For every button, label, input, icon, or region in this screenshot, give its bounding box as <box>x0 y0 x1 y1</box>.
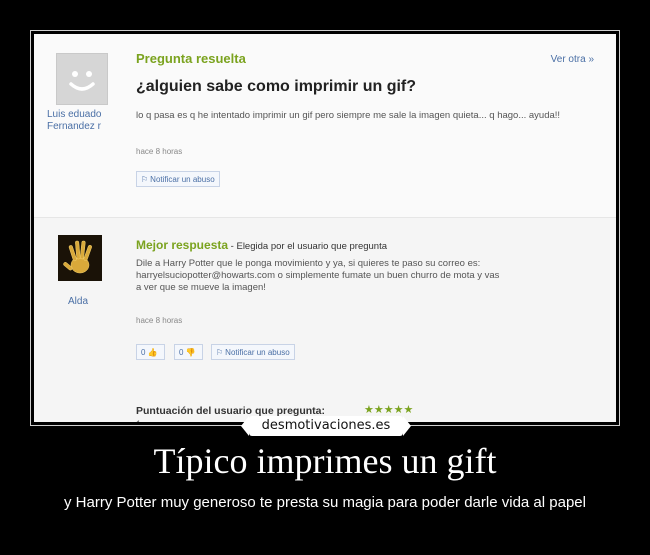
question-timestamp: hace 8 horas <box>136 147 183 156</box>
screenshot-frame: Luis eduado Fernandez r Pregunta resuelt… <box>30 30 620 426</box>
question-section: Luis eduado Fernandez r Pregunta resuelt… <box>34 34 616 218</box>
status-heading: Pregunta resuelta <box>136 51 246 66</box>
see-another-link[interactable]: Ver otra » <box>551 54 594 65</box>
flag-icon: ⚐ <box>216 348 224 357</box>
poster-caption: y Harry Potter muy generoso te presta su… <box>64 494 586 511</box>
best-answer-label: Mejor respuesta <box>136 238 229 252</box>
answer-line: Dile a Harry Potter que le ponga movimie… <box>136 258 481 269</box>
rating-count: 1 <box>136 419 141 422</box>
star-rating-icon: ★★★★★ <box>364 404 414 416</box>
qa-screenshot: Luis eduado Fernandez r Pregunta resuelt… <box>34 34 616 422</box>
question-title: ¿alguien sabe como imprimir un gif? <box>136 78 417 95</box>
flag-icon: ⚐ <box>141 175 149 184</box>
question-body: lo q pasa es q he intentado imprimir un … <box>136 110 561 121</box>
answer-line: harryelsuciopotter@howarts.com o simplem… <box>136 270 500 281</box>
user-name-line: Luis eduado <box>47 109 102 120</box>
hand-avatar-icon <box>58 235 102 281</box>
answer-timestamp: hace 8 horas <box>136 316 183 325</box>
report-abuse-button[interactable]: ⚐ Notificar un abuso <box>136 171 220 187</box>
best-answer-heading: Mejor respuesta - Elegida por el usuario… <box>136 236 387 254</box>
button-label: Notificar un abuso <box>225 348 290 357</box>
thumbs-up-icon: 👍 <box>147 348 158 357</box>
site-watermark: desmotivaciones.es <box>241 416 411 436</box>
button-label: Notificar un abuso <box>150 175 215 184</box>
thumbs-down-button[interactable]: 0 👎 <box>174 344 203 360</box>
default-avatar-icon <box>56 53 108 105</box>
thumbs-up-button[interactable]: 0 👍 <box>136 344 165 360</box>
thumbs-down-icon: 👎 <box>185 348 196 357</box>
question-user-name[interactable]: Luis eduado Fernandez r <box>47 109 102 133</box>
poster-headline: Típico imprimes un gift <box>153 441 497 481</box>
user-name-line: Fernandez r <box>47 121 101 132</box>
thumbs-up-count: 0 <box>141 348 146 357</box>
answer-body: Dile a Harry Potter que le ponga movimie… <box>136 258 606 294</box>
answer-line: a ver que se mueve la imagen! <box>136 282 266 293</box>
thumbs-down-count: 0 <box>179 348 184 357</box>
chosen-by-asker-text: - Elegida por el usuario que pregunta <box>228 241 388 252</box>
report-abuse-button[interactable]: ⚐ Notificar un abuso <box>211 344 295 360</box>
answer-section: Alda Mejor respuesta - Elegida por el us… <box>34 218 616 422</box>
answer-user-name[interactable]: Alda <box>68 296 88 308</box>
